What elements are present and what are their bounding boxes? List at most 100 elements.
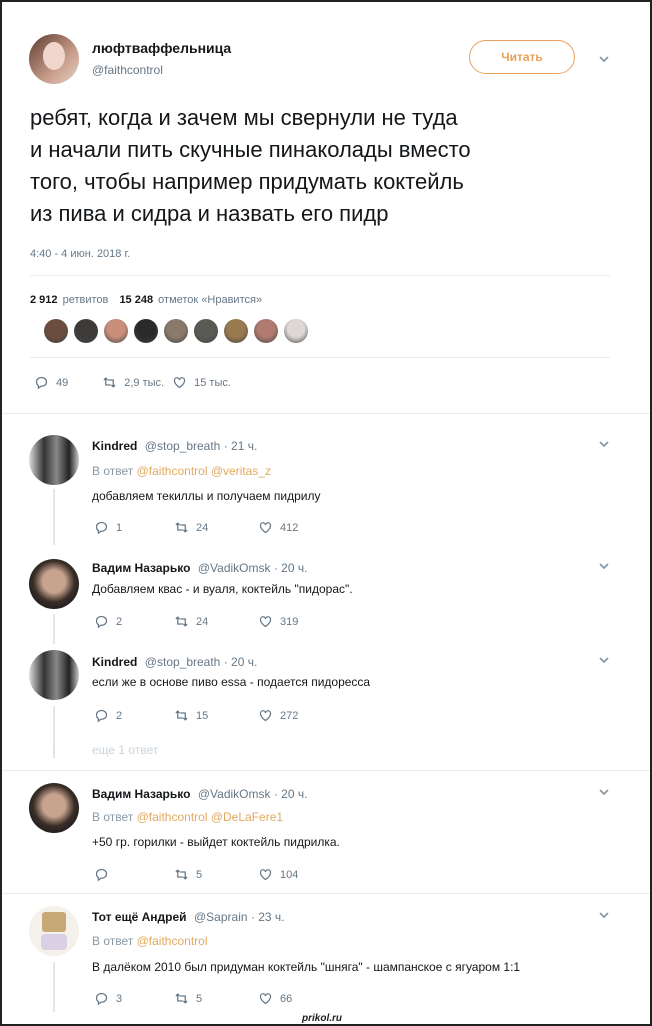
reply-to-link[interactable]: @faithcontrol @DeLaFere1: [137, 810, 283, 824]
likes-count[interactable]: 15 248: [119, 294, 153, 306]
like-button[interactable]: 272: [258, 708, 298, 723]
chevron-down-icon[interactable]: [598, 438, 610, 450]
more-replies-link[interactable]: еще 1 ответ: [92, 743, 158, 757]
reply-avatar[interactable]: [29, 906, 79, 956]
retweet-icon: [174, 520, 189, 535]
heart-icon: [258, 991, 273, 1006]
reply-count: 2: [116, 615, 123, 628]
chevron-down-icon[interactable]: [598, 786, 610, 798]
reply-author-name[interactable]: Kindred: [92, 439, 137, 453]
reply-author-handle[interactable]: @stop_breath · 20 ч.: [145, 655, 258, 669]
like-button[interactable]: 104: [258, 867, 298, 882]
like-count: 272: [280, 709, 299, 722]
reply-icon: [94, 520, 109, 535]
reply-header: Kindred @stop_breath · 20 ч.: [92, 653, 257, 671]
chevron-down-icon[interactable]: [598, 654, 610, 666]
reply-author-name[interactable]: Вадим Назарько: [92, 561, 190, 575]
retweet-button[interactable]: 2,9 тыс.: [102, 375, 164, 390]
retweet-button[interactable]: 24: [174, 614, 258, 629]
reply-count: 1: [116, 521, 123, 534]
retweets-count[interactable]: 2 912: [30, 294, 58, 306]
reply-author-handle[interactable]: @VadikOmsk · 20 ч.: [198, 787, 308, 801]
author-handle[interactable]: @faithcontrol: [92, 63, 163, 77]
heart-icon: [258, 867, 273, 882]
chevron-down-icon[interactable]: [598, 53, 610, 65]
reply-button[interactable]: 49: [34, 375, 68, 390]
reply-count: 3: [116, 992, 123, 1005]
retweet-button[interactable]: 24: [174, 520, 258, 535]
reply-actions: 2 15 272: [94, 708, 298, 723]
author-avatar[interactable]: [29, 34, 79, 84]
reply-actions: 1 24 412: [94, 520, 298, 535]
like-count: 15 тыс.: [194, 376, 231, 389]
liker-avatar[interactable]: [194, 319, 218, 343]
retweet-button[interactable]: 5: [174, 867, 258, 882]
liker-avatar[interactable]: [164, 319, 188, 343]
retweet-button[interactable]: 5: [174, 991, 258, 1006]
chevron-down-icon[interactable]: [598, 909, 610, 921]
like-count: 412: [280, 521, 299, 534]
reply-icon: [94, 708, 109, 723]
like-button[interactable]: 66: [258, 991, 292, 1006]
reply-to-link[interactable]: @faithcontrol @veritas_z: [137, 464, 271, 478]
retweet-count: 24: [196, 521, 209, 534]
reply-actions: 5 104: [94, 867, 298, 882]
retweet-count: 5: [196, 992, 203, 1005]
likes-label[interactable]: отметок «Нравится»: [158, 294, 262, 306]
reply-avatar[interactable]: [29, 783, 79, 833]
tweet-text-line: того, чтобы например придумать коктейль: [30, 169, 464, 194]
reply-icon: [94, 867, 109, 882]
reply-author-handle[interactable]: @VadikOmsk · 20 ч.: [198, 561, 308, 575]
tweet-actions: 49 2,9 тыс. 15 тыс.: [34, 375, 231, 390]
reply-button[interactable]: 2: [94, 708, 174, 723]
liker-avatar[interactable]: [134, 319, 158, 343]
reply-icon: [94, 991, 109, 1006]
reply-author-name[interactable]: Тот ещё Андрей: [92, 910, 187, 924]
reply-author-name[interactable]: Вадим Назарько: [92, 787, 190, 801]
liker-avatar[interactable]: [74, 319, 98, 343]
reply-button[interactable]: 3: [94, 991, 174, 1006]
reply-text: Добавляем квас - и вуаля, коктейль "пидо…: [92, 582, 353, 596]
tweet-text: ребят, когда и зачем мы свернули не туда…: [30, 102, 471, 230]
author-name[interactable]: люфтваффельница: [92, 40, 231, 56]
liker-avatar[interactable]: [104, 319, 128, 343]
retweet-icon: [174, 991, 189, 1006]
chevron-down-icon[interactable]: [598, 560, 610, 572]
reply-button[interactable]: 2: [94, 614, 174, 629]
like-button[interactable]: 15 тыс.: [172, 375, 231, 390]
reply-text: +50 гр. горилки - выйдет коктейль пидрил…: [92, 835, 340, 849]
thread-line: [53, 962, 55, 1012]
reply-header: Вадим Назарько @VadikOmsk · 20 ч.: [92, 785, 307, 803]
follow-button[interactable]: Читать: [469, 40, 575, 74]
retweets-label[interactable]: ретвитов: [63, 294, 109, 306]
reply-author-handle[interactable]: @stop_breath · 21 ч.: [145, 439, 258, 453]
heart-icon: [172, 375, 187, 390]
divider: [2, 770, 650, 771]
reply-text: добавляем текиллы и получаем пидрилу: [92, 489, 321, 503]
thread-line: [53, 489, 55, 545]
liker-avatar[interactable]: [44, 319, 68, 343]
reply-text: В далёком 2010 был придуман коктейль "шн…: [92, 960, 521, 974]
like-button[interactable]: 319: [258, 614, 298, 629]
reply-avatar[interactable]: [29, 435, 79, 485]
reply-avatar[interactable]: [29, 650, 79, 700]
reply-author-handle[interactable]: @Saprain · 23 ч.: [194, 910, 284, 924]
divider: [30, 275, 610, 276]
reply-avatar[interactable]: [29, 559, 79, 609]
reply-to: В ответ @faithcontrol @DeLaFere1: [92, 810, 283, 824]
reply-button[interactable]: [94, 867, 174, 882]
reply-to-link[interactable]: @faithcontrol: [137, 934, 208, 948]
reply-author-name[interactable]: Kindred: [92, 655, 137, 669]
liker-avatar[interactable]: [254, 319, 278, 343]
liker-avatar[interactable]: [224, 319, 248, 343]
retweet-icon: [174, 708, 189, 723]
reply-header: Тот ещё Андрей @Saprain · 23 ч.: [92, 908, 284, 926]
retweet-button[interactable]: 15: [174, 708, 258, 723]
watermark: prikol.ru: [302, 1013, 343, 1024]
more-replies-dots: · · ·: [52, 739, 56, 758]
like-button[interactable]: 412: [258, 520, 298, 535]
liker-avatar[interactable]: [284, 319, 308, 343]
reply-button[interactable]: 1: [94, 520, 174, 535]
tweet-timestamp[interactable]: 4:40 - 4 июн. 2018 г.: [30, 248, 130, 260]
tweet-text-line: ребят, когда и зачем мы свернули не туда: [30, 105, 458, 130]
